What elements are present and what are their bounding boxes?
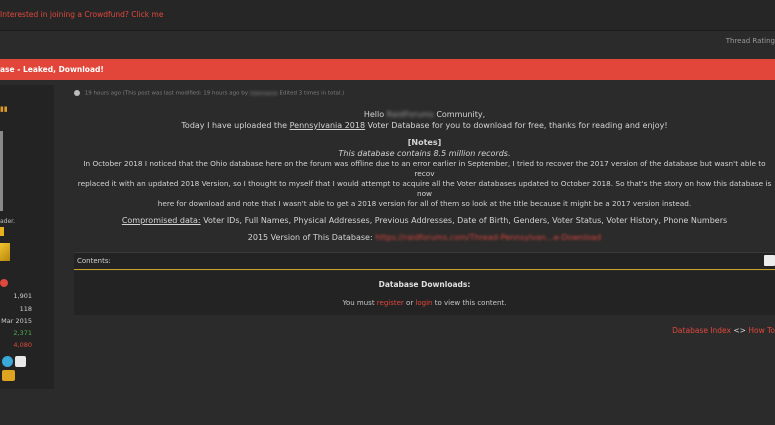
stat-joined: Mar 2015: [1, 317, 32, 325]
notes-label: [Notes]: [407, 138, 442, 147]
crowdfund-announcement-link[interactable]: Interested in joining a Crowdfund? Click…: [0, 10, 163, 19]
thread-title-bar: ase - Leaked, Download!: [0, 59, 775, 80]
intro-line: Today I have uploaded the Pennsylvania 2…: [181, 121, 668, 130]
thread-rating[interactable]: Thread Rating: [726, 37, 775, 45]
story-line-2: replaced it with an updated 2018 Version…: [77, 179, 772, 198]
forum-name: RaidForums: [386, 110, 434, 119]
post-edit-count: Edited 3 times in total.): [279, 90, 345, 97]
rank-ribbon-icon: [0, 243, 10, 261]
login-link[interactable]: login: [415, 299, 432, 307]
compromised-values: Voter IDs, Full Names, Physical Addresse…: [203, 216, 728, 225]
rank-bar-icon: [0, 227, 4, 236]
greeting-line: Hello RaidForums Community,: [363, 110, 486, 119]
user-rank: ader.: [0, 218, 15, 225]
stat-posts: 1,901: [13, 292, 32, 300]
post-edited: (This post was last modified: 19 hours a…: [122, 90, 248, 97]
stat-credits: 4,080: [13, 341, 32, 349]
contact-icons: [2, 356, 32, 368]
database-index-link[interactable]: Database Index: [672, 326, 731, 335]
post-content: 19 hours ago (This post was last modifie…: [66, 85, 775, 389]
downloads-message: You must register or login to view this …: [342, 299, 507, 307]
downloads-heading: Database Downloads:: [378, 280, 471, 289]
story-line-3: here for download and note that I wasn't…: [157, 199, 692, 208]
state-name: Pennsylvania 2018: [289, 121, 366, 130]
compromised-data-line: Compromised data: Voter IDs, Full Names,…: [74, 215, 775, 226]
post-meta: 19 hours ago (This post was last modifie…: [74, 90, 344, 97]
username[interactable]: ▮▮: [0, 105, 8, 113]
editor-name: Username: [249, 90, 278, 97]
footer-links: Database Index <> How To: [672, 326, 775, 335]
thread-title: ase - Leaked, Download!: [0, 65, 104, 74]
clock-icon: [74, 90, 80, 96]
award-icon: [2, 370, 15, 381]
user-avatar[interactable]: [0, 131, 3, 211]
contents-bar: Contents:: [74, 252, 775, 270]
version-link[interactable]: https://raidforums.com/Thread-Pennsylvan…: [375, 233, 601, 242]
compromised-label: Compromised data:: [121, 216, 201, 225]
how-to-link[interactable]: How To: [748, 326, 775, 335]
downloads-panel: Database Downloads: You must register or…: [74, 271, 775, 315]
message-icon[interactable]: [15, 356, 26, 367]
post-time: 19 hours ago: [84, 90, 121, 97]
stat-reputation: 2,371: [13, 329, 32, 337]
link-separator: <>: [733, 326, 746, 335]
version-line: 2015 Version of This Database: https://r…: [247, 233, 602, 242]
globe-icon[interactable]: [2, 356, 13, 367]
top-bar: Interested in joining a Crowdfund? Click…: [0, 0, 775, 31]
user-sidebar: ▮▮ ader. 1,901 118 Mar 2015 2,371 4,080: [0, 85, 54, 389]
stat-threads: 118: [19, 305, 32, 313]
records-count: This database contains 8.5 million recor…: [338, 149, 511, 158]
warning-icon: [0, 279, 8, 287]
story-line-1: In October 2018 I noticed that the Ohio …: [83, 159, 766, 178]
post-body: Hello RaidForums Community, Today I have…: [74, 109, 775, 243]
contents-toggle-button[interactable]: [764, 255, 775, 266]
register-link[interactable]: register: [377, 299, 404, 307]
contents-label: Contents:: [77, 257, 111, 265]
